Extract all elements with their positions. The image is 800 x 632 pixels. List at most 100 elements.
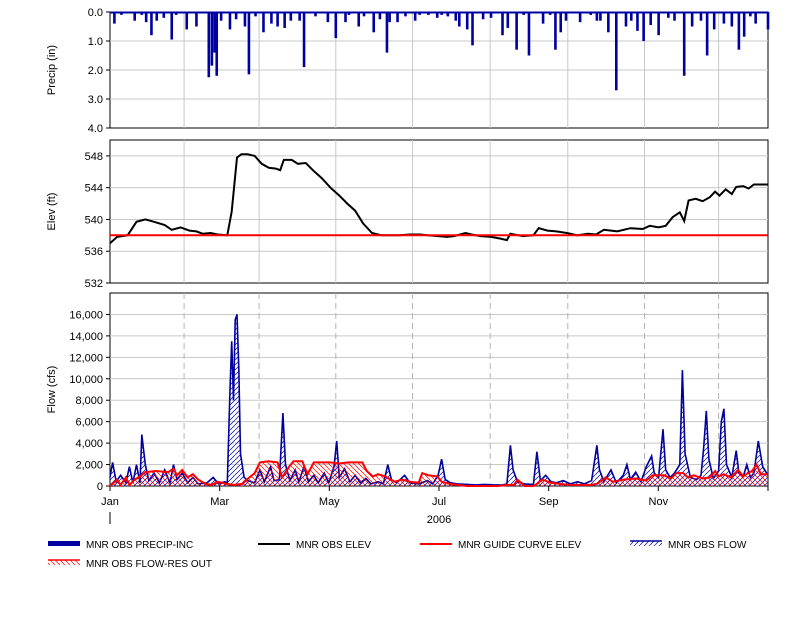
precip-bar bbox=[636, 12, 639, 31]
y-tick-label: 532 bbox=[85, 278, 103, 290]
y-tick-label: 544 bbox=[85, 183, 103, 195]
precip-bar bbox=[554, 12, 557, 50]
y-tick-label: 1.0 bbox=[88, 36, 103, 48]
precip-bar bbox=[357, 12, 361, 27]
precip-bar bbox=[207, 12, 211, 78]
plot-frame bbox=[109, 292, 769, 487]
x-tick-label: Mar bbox=[210, 496, 229, 508]
precip-bar bbox=[215, 12, 219, 76]
precip-bar bbox=[144, 12, 148, 23]
y-tick-label: 0.0 bbox=[88, 7, 103, 19]
plot-frame bbox=[109, 139, 769, 284]
y-tick-label: 12,000 bbox=[69, 352, 103, 364]
legend-label: MNR OBS PRECIP-INC bbox=[86, 540, 193, 551]
precip-bar bbox=[195, 12, 198, 27]
panel-2: 532 536 540 544 548 Elev (ft) bbox=[46, 139, 769, 290]
precip-bar bbox=[754, 12, 757, 24]
y-tick-label: 540 bbox=[85, 214, 103, 226]
precip-bar bbox=[283, 12, 286, 28]
precip-bar bbox=[657, 12, 660, 36]
precip-bar bbox=[607, 12, 610, 33]
precip-bar bbox=[334, 12, 338, 39]
precip-bar bbox=[113, 12, 116, 24]
precip-bar bbox=[541, 12, 545, 24]
x-tick-label: Jan bbox=[101, 496, 119, 508]
precip-bar bbox=[185, 12, 189, 30]
x-tick-label: Jul bbox=[432, 496, 446, 508]
precip-bar bbox=[705, 12, 709, 56]
y-tick-label: 8,000 bbox=[75, 395, 103, 407]
precip-bar bbox=[614, 12, 618, 91]
y-tick-label: 3.0 bbox=[88, 94, 103, 106]
y-axis-label: Elev (ft) bbox=[46, 193, 58, 231]
x-tick-label: Sep bbox=[539, 496, 559, 508]
y-axis-label: Precip (in) bbox=[46, 45, 58, 95]
precip-bar bbox=[170, 12, 174, 40]
precip-bar bbox=[262, 12, 265, 33]
y-tick-label: 16,000 bbox=[69, 309, 103, 321]
y-tick-label: 10,000 bbox=[69, 374, 103, 386]
precip-bar bbox=[624, 12, 628, 27]
precip-bar bbox=[150, 12, 153, 36]
y-axis-label: Flow (cfs) bbox=[46, 366, 58, 414]
precip-bar bbox=[465, 12, 469, 30]
x-axis-year-label: 2006 bbox=[427, 514, 451, 526]
precip-bar bbox=[506, 12, 510, 28]
precip-bar bbox=[642, 12, 645, 41]
precip-bar bbox=[457, 12, 461, 27]
precip-bar bbox=[247, 12, 251, 75]
legend-item: MNR OBS ELEV bbox=[258, 540, 371, 551]
legend-item: MNR OBS FLOW bbox=[630, 540, 747, 551]
y-tick-label: 4.0 bbox=[88, 123, 103, 135]
precip-bar bbox=[302, 12, 306, 68]
precip-bar bbox=[766, 12, 770, 30]
chart-svg: 0.0 1.0 2.0 3.0 4.0 Precip (in) 532 536 540 544 54… bbox=[46, 7, 770, 570]
precip-bar bbox=[385, 12, 389, 53]
panel-1: 0.0 1.0 2.0 3.0 4.0 Precip (in) bbox=[46, 7, 770, 135]
y-tick-label: 4,000 bbox=[75, 438, 103, 450]
precip-bar bbox=[682, 12, 686, 76]
precip-bar bbox=[471, 12, 474, 46]
legend-item: MNR OBS PRECIP-INC bbox=[48, 540, 193, 551]
precip-bar bbox=[372, 12, 376, 33]
precip-bar bbox=[722, 12, 726, 24]
x-axis: Jan Mar May Jul Sep Nov 2006 bbox=[101, 486, 769, 526]
precip-bar bbox=[737, 12, 741, 50]
y-tick-label: 14,000 bbox=[69, 331, 103, 343]
precip-bar bbox=[515, 12, 518, 50]
legend-item: MNR GUIDE CURVE ELEV bbox=[420, 540, 582, 551]
precip-bar bbox=[388, 12, 391, 23]
legend-label: MNR GUIDE CURVE ELEV bbox=[458, 540, 582, 551]
precip-bar bbox=[326, 12, 330, 23]
panel-3: 0 2,000 4,000 6,000 8,000 10,000 12,000 14,000 1… bbox=[46, 292, 769, 526]
precip-bar bbox=[396, 12, 399, 23]
y-tick-label: 548 bbox=[85, 151, 103, 163]
precip-bar bbox=[243, 12, 247, 27]
legend-swatch bbox=[48, 541, 80, 546]
precip-bar bbox=[559, 12, 563, 33]
precip-bar bbox=[578, 12, 582, 23]
precip-bar bbox=[228, 12, 232, 30]
precip-bar bbox=[690, 12, 694, 27]
x-tick-label: May bbox=[319, 496, 340, 508]
precip-bar bbox=[649, 12, 652, 26]
x-tick-label: Nov bbox=[649, 496, 669, 508]
y-tick-label: 536 bbox=[85, 246, 103, 258]
y-tick-label: 0 bbox=[97, 481, 103, 493]
legend-label: MNR OBS ELEV bbox=[296, 540, 371, 551]
precip-bar bbox=[270, 12, 273, 24]
precip-bar bbox=[276, 12, 279, 27]
y-tick-label: 2.0 bbox=[88, 65, 103, 77]
legend: MNR OBS PRECIP-INC MNR OBS ELEV MNR GUIDE … bbox=[48, 540, 747, 570]
y-tick-label: 2,000 bbox=[75, 460, 103, 472]
y-tick-label: 6,000 bbox=[75, 417, 103, 429]
precip-bar bbox=[501, 12, 504, 36]
precip-bar bbox=[527, 12, 531, 56]
legend-item: MNR OBS FLOW-RES OUT bbox=[48, 559, 212, 570]
precip-bar bbox=[730, 12, 734, 27]
precip-bar bbox=[344, 12, 347, 23]
precip-bar bbox=[712, 12, 716, 30]
precip-bar bbox=[210, 12, 214, 66]
chart-area: 0.0 1.0 2.0 3.0 4.0 Precip (in) 532 536 540 544 54… bbox=[0, 0, 800, 627]
legend-label: MNR OBS FLOW bbox=[668, 540, 747, 551]
